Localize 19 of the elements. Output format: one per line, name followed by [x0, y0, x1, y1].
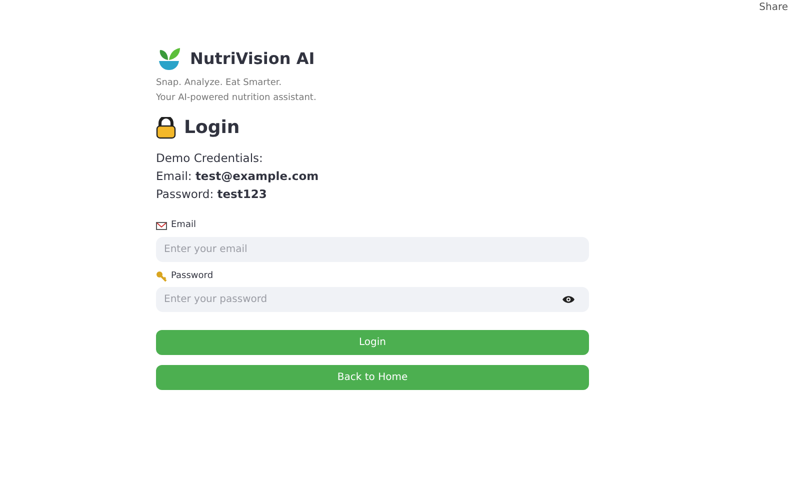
plant-bowl-icon — [156, 46, 182, 72]
subtitle: Your AI-powered nutrition assistant. — [156, 92, 318, 105]
login-button[interactable]: Login — [156, 330, 589, 355]
lock-icon — [156, 116, 176, 138]
login-heading: Login — [184, 116, 240, 140]
password-field[interactable]: Enter your password — [156, 287, 589, 312]
field-label: Password — [171, 270, 214, 282]
eye-icon[interactable] — [562, 295, 575, 304]
credentials-text: Password: test123 — [156, 186, 268, 203]
email-field[interactable]: Enter your email — [156, 236, 589, 262]
back-home-button[interactable]: Back to Home — [156, 365, 589, 390]
brand-name: NutriVision AI — [190, 48, 315, 70]
envelope-icon — [156, 222, 167, 230]
credentials-text: Demo Credentials: — [156, 150, 264, 167]
share-link[interactable]: Share — [759, 0, 788, 15]
key-icon — [156, 270, 167, 282]
tagline: Snap. Analyze. Eat Smarter. — [156, 77, 283, 90]
credentials-text: Email: test@example.com — [156, 168, 320, 185]
field-label: Email — [171, 219, 196, 232]
